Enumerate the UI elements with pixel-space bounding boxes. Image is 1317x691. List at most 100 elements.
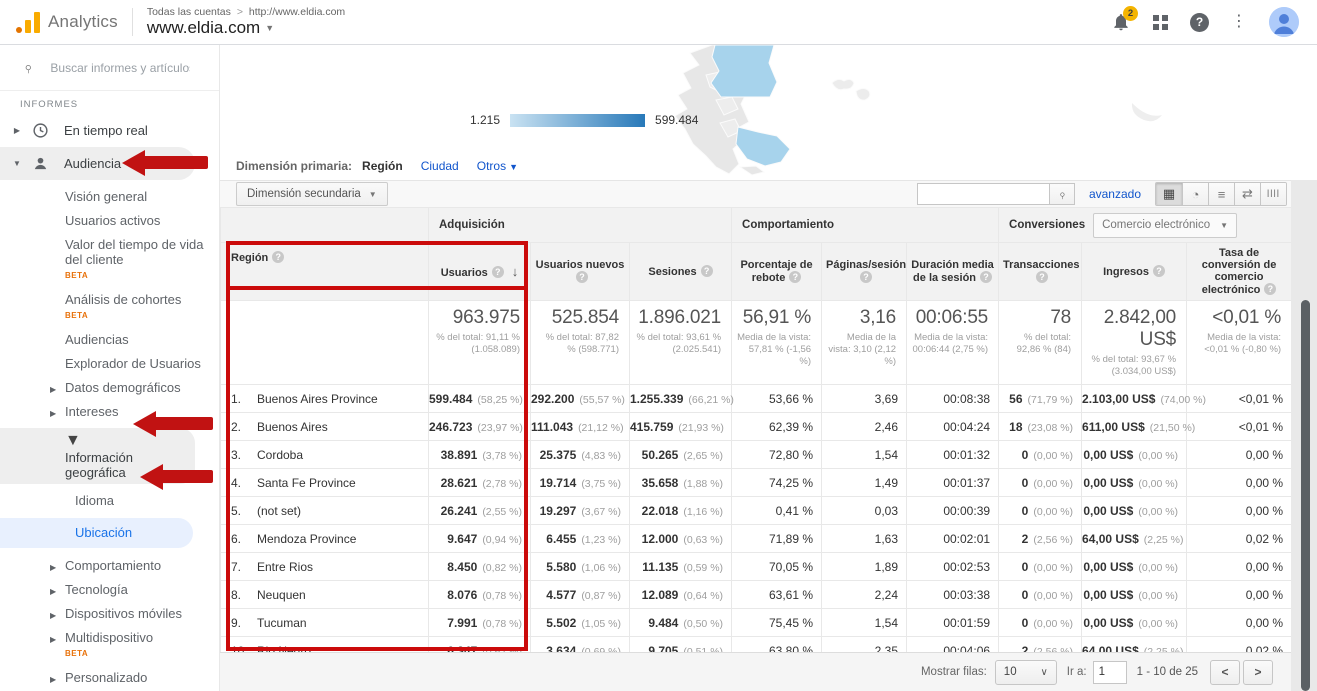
sidebar-item-user-explorer[interactable]: Explorador de Usuarios [0, 356, 219, 371]
goto-page-input[interactable] [1093, 661, 1127, 684]
help-icon[interactable]: ? [576, 271, 588, 283]
row-region[interactable]: Cordoba [257, 448, 303, 462]
help-icon[interactable]: ? [701, 265, 713, 277]
help-icon[interactable]: ? [789, 271, 801, 283]
dimension-city[interactable]: Ciudad [421, 159, 459, 173]
sidebar-item-cohort-analysis[interactable]: Análisis de cohortes BETA [0, 292, 219, 323]
table-view-icon[interactable]: ▦ [1156, 183, 1182, 205]
help-icon[interactable]: ? [1153, 265, 1165, 277]
cell-users: 7.991(0,78 %) [429, 609, 531, 637]
sidebar-item-technology[interactable]: ▶ Tecnología [0, 582, 219, 597]
person-icon [1269, 7, 1299, 37]
prev-page-button[interactable]: < [1210, 660, 1240, 685]
row-rank: 7. [231, 560, 257, 574]
kebab-menu-button[interactable]: ⋮ [1231, 14, 1247, 30]
row-region[interactable]: Buenos Aires [257, 420, 328, 434]
column-header-pages[interactable]: Páginas/sesión? [822, 243, 907, 301]
column-header-new-users[interactable]: Usuarios nuevos? [531, 243, 630, 301]
row-region[interactable]: Mendoza Province [257, 532, 356, 546]
rows-per-page-select[interactable]: 10 ∨ [995, 660, 1057, 685]
sidebar-item-active-users[interactable]: Usuarios activos [0, 213, 219, 228]
table-row[interactable]: 6.Mendoza Province 9.647(0,94 %) 6.455(1… [221, 525, 1292, 553]
table-row[interactable]: 4.Santa Fe Province 28.621(2,78 %) 19.71… [221, 469, 1292, 497]
percentage-view-icon[interactable]: ◔ [1182, 183, 1208, 205]
next-page-button[interactable]: > [1243, 660, 1273, 685]
help-icon[interactable]: ? [1036, 271, 1048, 283]
sidebar-item-custom[interactable]: ▶ Personalizado [0, 670, 219, 685]
table-row[interactable]: 2.Buenos Aires 246.723(23,97 %) 111.043(… [221, 413, 1292, 441]
sidebar-item-cross-device[interactable]: ▶ Multidispositivo BETA [0, 630, 219, 661]
column-header-revenue[interactable]: Ingresos? [1082, 243, 1187, 301]
sidebar-item-interests[interactable]: ▶ Intereses [0, 404, 219, 419]
sidebar-item-behavior[interactable]: ▶ Comportamiento [0, 558, 219, 573]
sidebar-item-demographics[interactable]: ▶ Datos demográficos [0, 380, 219, 395]
sidebar-item-geo[interactable]: ▼ Información geográfica [0, 428, 195, 484]
row-region[interactable]: (not set) [257, 504, 301, 518]
row-region[interactable]: Neuquen [257, 588, 306, 602]
dimension-other[interactable]: Otros▼ [477, 159, 518, 173]
sidebar-item-lifetime-value[interactable]: Valor del tiempo de vida del cliente BET… [0, 237, 219, 283]
help-icon[interactable]: ? [980, 271, 992, 283]
chevron-right-icon: ▶ [50, 632, 56, 647]
advanced-link[interactable]: avanzado [1089, 187, 1141, 201]
help-icon[interactable]: ? [1264, 283, 1276, 295]
table-search-input[interactable] [917, 183, 1049, 205]
avatar[interactable] [1269, 7, 1299, 37]
sidebar-item-audiences[interactable]: Audiencias [0, 332, 219, 347]
row-region[interactable]: Tucuman [257, 616, 307, 630]
column-header-duration[interactable]: Duración media de la sesión? [907, 243, 999, 301]
chevron-down-icon: ▼ [10, 159, 24, 168]
breadcrumb-root[interactable]: Todas las cuentas [147, 6, 231, 18]
column-header-region[interactable]: Región? [221, 243, 429, 301]
view-toggle-group: ▦ ◔ ≡ ⇄ llll [1155, 182, 1287, 206]
table-row[interactable]: 1.Buenos Aires Province 599.484(58,25 %)… [221, 385, 1292, 413]
cell-new-users: 19.297(3,67 %) [531, 497, 630, 525]
legend-gradient-bar [510, 114, 645, 127]
chevron-right-icon: ▶ [50, 560, 56, 575]
table-row[interactable]: 7.Entre Rios 8.450(0,82 %) 5.580(1,06 %)… [221, 553, 1292, 581]
secondary-dimension-button[interactable]: Dimensión secundaria ▼ [236, 182, 388, 206]
sidebar-search-input[interactable] [50, 61, 190, 75]
comparison-view-icon[interactable]: ⇄ [1234, 183, 1260, 205]
cell-transactions: 0(0,00 %) [999, 553, 1082, 581]
cell-new-users: 111.043(21,12 %) [531, 413, 630, 441]
sidebar-item-audience[interactable]: ▼ Audiencia [0, 147, 195, 180]
sidebar-item-realtime[interactable]: ▶ En tiempo real [0, 114, 219, 147]
help-button[interactable]: ? [1190, 13, 1209, 32]
table-row[interactable]: 5.(not set) 26.241(2,55 %) 19.297(3,67 %… [221, 497, 1292, 525]
sidebar-item-mobile[interactable]: ▶ Dispositivos móviles [0, 606, 219, 621]
sidebar-search[interactable]: ⌕ [0, 45, 219, 91]
chevron-down-icon: ▼ [265, 23, 274, 33]
column-header-sessions[interactable]: Sesiones? [630, 243, 732, 301]
vertical-scrollbar[interactable] [1301, 300, 1310, 691]
help-icon[interactable]: ? [860, 271, 872, 283]
breadcrumb-url[interactable]: http://www.eldia.com [249, 6, 345, 18]
apps-grid-button[interactable] [1153, 15, 1168, 30]
help-icon[interactable]: ? [492, 266, 504, 278]
cell-conv-rate: 0,00 % [1187, 441, 1292, 469]
search-button[interactable]: ⌕ [1049, 183, 1075, 205]
sidebar-item-overview[interactable]: Visión general [0, 189, 219, 204]
analytics-logo-icon[interactable] [16, 11, 40, 33]
sidebar-item-language[interactable]: Idioma [0, 493, 219, 508]
search-icon: ⌕ [1054, 186, 1069, 201]
row-region[interactable]: Buenos Aires Province [257, 392, 378, 406]
column-header-bounce[interactable]: Porcentaje de rebote? [732, 243, 822, 301]
row-region[interactable]: Santa Fe Province [257, 476, 356, 490]
help-icon[interactable]: ? [272, 251, 284, 263]
row-region[interactable]: Entre Rios [257, 560, 313, 574]
table-row[interactable]: 8.Neuquen 8.076(0,78 %) 4.577(0,87 %) 12… [221, 581, 1292, 609]
column-header-users[interactable]: Usuarios?↓ [429, 243, 531, 301]
performance-view-icon[interactable]: ≡ [1208, 183, 1234, 205]
table-row[interactable]: 3.Cordoba 38.891(3,78 %) 25.375(4,83 %) … [221, 441, 1292, 469]
conversions-type-dropdown[interactable]: Comercio electrónico ▼ [1093, 213, 1237, 238]
column-header-transactions[interactable]: Transacciones? [999, 243, 1082, 301]
column-header-conv-rate[interactable]: Tasa de conversión de comercio electróni… [1187, 243, 1292, 301]
sidebar-item-location[interactable]: Ubicación [0, 518, 193, 548]
table-row[interactable]: 9.Tucuman 7.991(0,78 %) 5.502(1,05 %) 9.… [221, 609, 1292, 637]
pivot-view-icon[interactable]: llll [1260, 183, 1286, 205]
account-switcher[interactable]: www.eldia.com ▼ [147, 18, 345, 38]
cell-sessions: 11.135(0,59 %) [630, 553, 732, 581]
dimension-region[interactable]: Región [362, 159, 403, 173]
notifications-button[interactable]: 2 [1111, 12, 1131, 32]
